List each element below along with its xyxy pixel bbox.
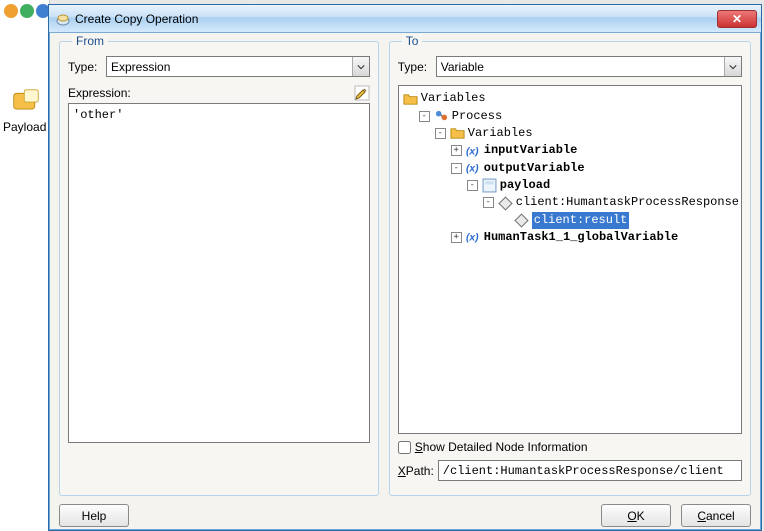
expand-icon[interactable]: + <box>451 232 462 243</box>
to-type-label: Type: <box>398 60 432 74</box>
collapse-icon[interactable]: - <box>483 197 494 208</box>
bg-dot-icon <box>20 4 34 18</box>
tree-node-outputvariable[interactable]: - (x) outputVariable <box>451 160 585 177</box>
from-legend: From <box>72 34 108 48</box>
collapse-icon[interactable]: - <box>467 180 478 191</box>
folder-icon <box>450 126 465 140</box>
tree-node-variables[interactable]: Variables <box>403 90 486 107</box>
edit-expression-button[interactable] <box>354 85 370 101</box>
payload-part-icon <box>482 178 497 192</box>
tree-node-variables-inner[interactable]: - Variables <box>435 125 533 142</box>
chevron-down-icon <box>724 57 741 76</box>
variable-icon: (x) <box>466 230 481 244</box>
tree-node-process[interactable]: - Process <box>419 108 502 125</box>
element-icon <box>498 196 513 210</box>
collapse-icon[interactable]: - <box>435 128 446 139</box>
close-button[interactable]: ✕ <box>717 10 757 28</box>
from-type-combo[interactable]: Expression <box>106 56 370 77</box>
expand-icon[interactable]: + <box>451 145 462 156</box>
dialog-window: Create Copy Operation ✕ From Type: Expre… <box>48 4 762 531</box>
payload-icon <box>12 88 40 116</box>
background-toolbar-icons <box>4 4 50 18</box>
show-detail-checkbox[interactable] <box>398 441 411 454</box>
element-icon <box>514 213 529 227</box>
expression-label: Expression: <box>68 86 131 100</box>
xpath-input[interactable] <box>438 460 742 481</box>
from-panel: From Type: Expression Expression: <box>59 41 379 496</box>
variable-icon: (x) <box>466 144 481 158</box>
chevron-down-icon <box>352 57 369 76</box>
payload-label: Payload <box>3 120 46 134</box>
xpath-label: XPath: <box>398 464 434 478</box>
titlebar: Create Copy Operation ✕ <box>49 5 761 33</box>
from-type-label: Type: <box>68 60 102 74</box>
from-type-value: Expression <box>111 60 170 74</box>
background-sidebar: Payload <box>0 0 50 531</box>
show-detail-label[interactable]: Show Detailed Node Information <box>415 440 588 454</box>
svg-text:(x): (x) <box>466 163 479 174</box>
collapse-icon[interactable]: - <box>451 163 462 174</box>
collapse-icon[interactable]: - <box>419 111 430 122</box>
process-icon <box>434 109 449 123</box>
svg-text:(x): (x) <box>466 233 479 244</box>
to-panel: To Type: Variable <box>389 41 751 496</box>
tree-node-humantask-var[interactable]: + (x) HumanTask1_1_globalVariable <box>451 229 678 246</box>
ok-button[interactable]: OK <box>601 504 671 527</box>
folder-icon <box>403 92 418 106</box>
cancel-button[interactable]: Cancel <box>681 504 751 527</box>
tree-node-response[interactable]: - client:HumantaskProcessResponse <box>483 194 739 211</box>
help-button[interactable]: Help <box>59 504 129 527</box>
bg-dot-icon <box>4 4 18 18</box>
tree-node-inputvariable[interactable]: + (x) inputVariable <box>451 142 578 159</box>
to-legend: To <box>402 34 423 48</box>
dialog-icon <box>55 11 71 27</box>
tree-node-result[interactable]: client:result <box>499 212 630 229</box>
svg-text:(x): (x) <box>466 146 479 157</box>
to-type-value: Variable <box>441 60 484 74</box>
dialog-title: Create Copy Operation <box>75 12 717 26</box>
variable-icon: (x) <box>466 161 481 175</box>
expression-textarea[interactable]: 'other' <box>68 103 370 443</box>
to-type-combo[interactable]: Variable <box>436 56 742 77</box>
variable-tree[interactable]: Variables - Process <box>398 85 742 434</box>
tree-node-payload[interactable]: - payload <box>467 177 550 194</box>
